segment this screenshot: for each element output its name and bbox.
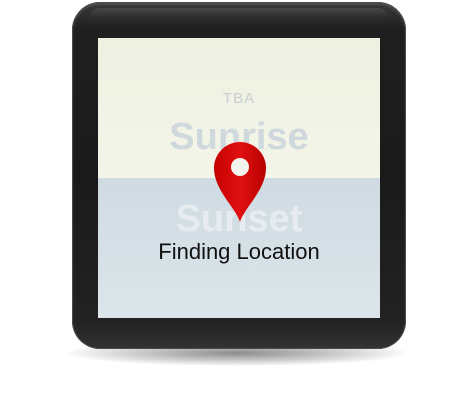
status-text: Finding Location: [158, 239, 320, 264]
location-pin-icon: [214, 142, 266, 222]
bezel-highlight: [90, 8, 388, 18]
watch-screen[interactable]: TBA Sunrise Sunset Finding Location: [98, 38, 380, 318]
device-mockup: TBA Sunrise Sunset Finding Location: [0, 0, 474, 403]
date-label: TBA: [222, 90, 256, 107]
